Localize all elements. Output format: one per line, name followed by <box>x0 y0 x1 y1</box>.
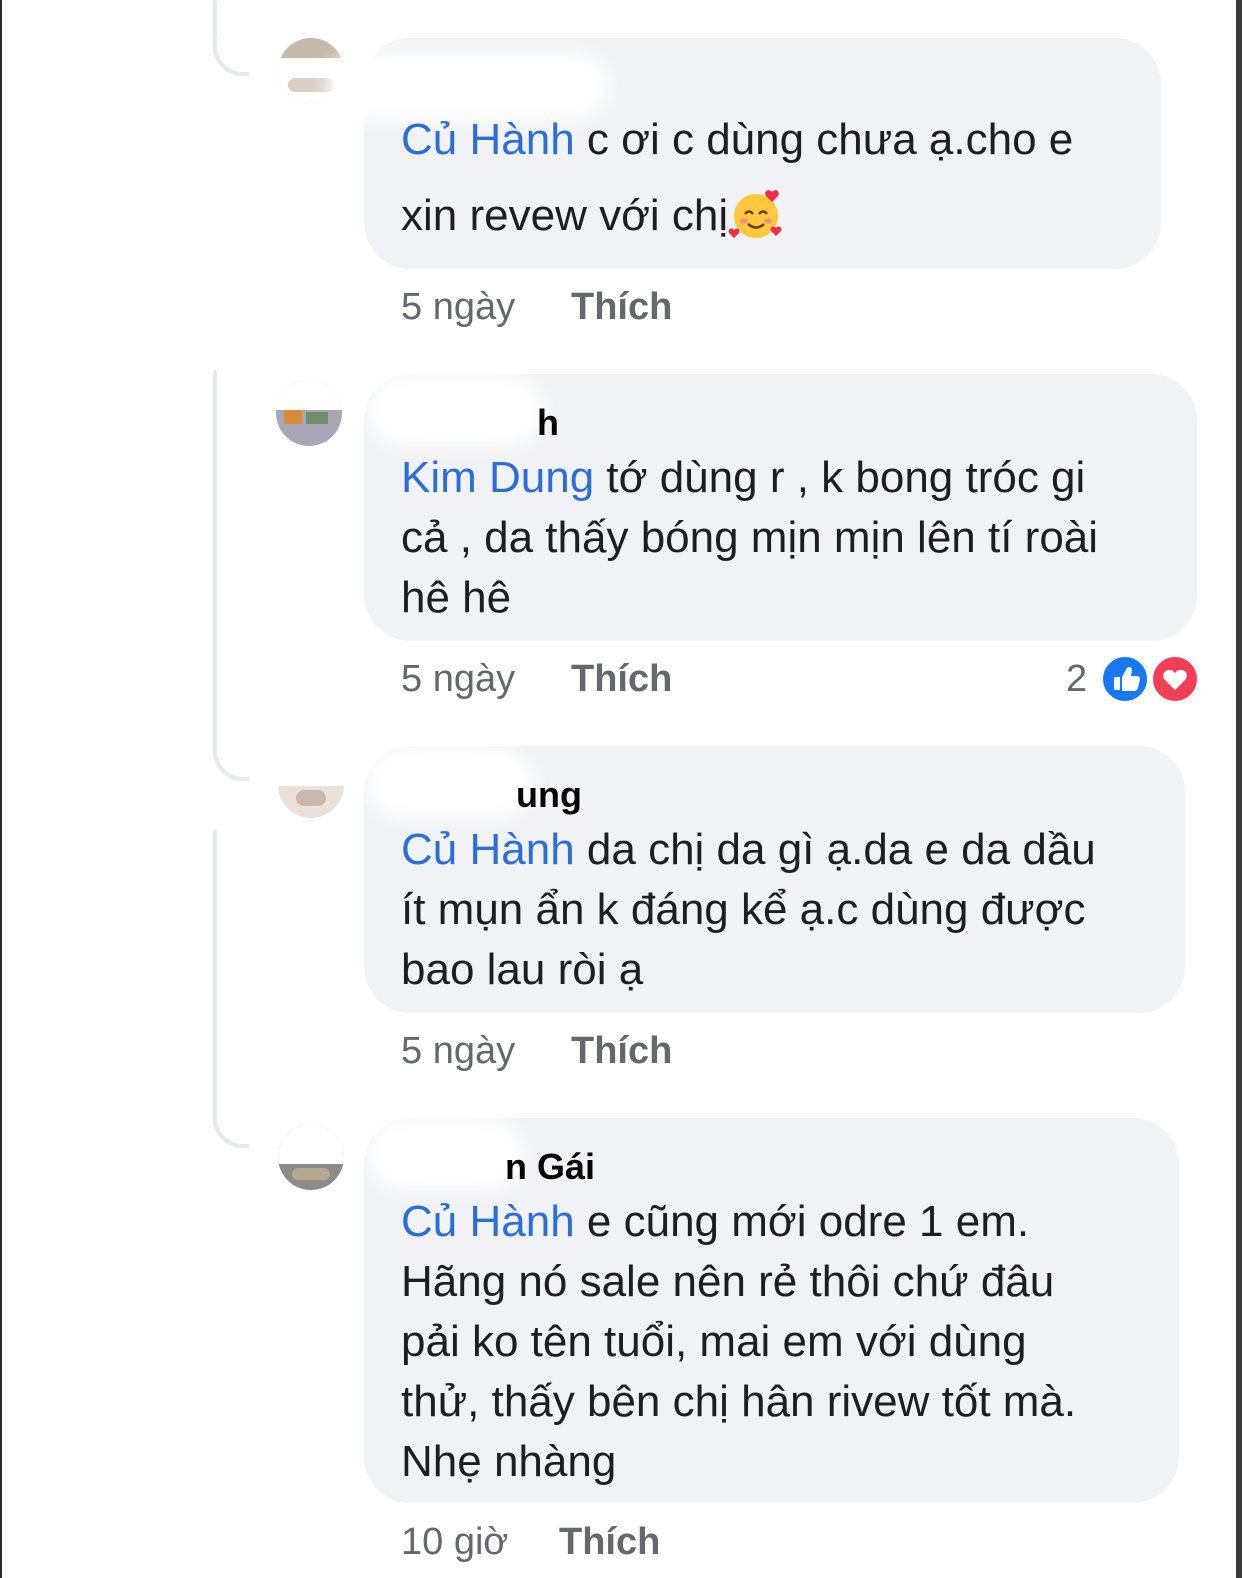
comment-text-line: hê hê <box>401 573 512 622</box>
avatar[interactable] <box>278 1124 344 1190</box>
redacted-name <box>380 388 530 432</box>
comment-time[interactable]: 5 ngày <box>401 1030 515 1073</box>
like-button[interactable]: Thích <box>571 286 672 329</box>
thread-line <box>213 830 217 1115</box>
comment-text: Củ Hành e cũng mới odre 1 em. Hãng nó sa… <box>401 1192 1191 1492</box>
screen-edge-left <box>0 0 2 1578</box>
like-button[interactable]: Thích <box>559 1521 660 1564</box>
love-icon[interactable] <box>1150 654 1200 704</box>
thread-curve <box>213 1112 249 1148</box>
comment-time[interactable]: 10 giờ <box>401 1521 508 1564</box>
comment-text: Củ Hành da chị da gì ạ.da e da dầu ít mụ… <box>401 820 1191 1000</box>
comment-author[interactable]: ung <box>516 774 582 816</box>
thread-line <box>213 370 217 750</box>
mention-link[interactable]: Kim Dung <box>401 453 594 502</box>
comment-text-line: pải ko tên tuổi, mai em với dùng <box>401 1317 1027 1366</box>
comment-text-line: c ơi c dùng chưa ạ.cho e <box>574 115 1074 164</box>
comment-text-line: thử, thấy bên chị hân rivew tốt mà. <box>401 1377 1077 1426</box>
comment-text: Kim Dung tớ dùng r , k bong tróc gi cả ,… <box>401 448 1191 628</box>
comment-author[interactable]: h <box>537 402 559 444</box>
thread-line <box>213 0 217 40</box>
avatar[interactable] <box>278 752 344 818</box>
comment-text-line: bao lau ròi ạ <box>401 945 644 994</box>
mention-link[interactable]: Củ Hành <box>401 115 575 164</box>
redacted-name <box>380 1132 510 1176</box>
like-button[interactable]: Thích <box>571 1030 672 1073</box>
redacted-name <box>340 66 595 106</box>
comment-text-line: cả , da thấy bóng mịn mịn lên tí roài <box>401 513 1099 562</box>
smiling-face-with-hearts-icon <box>728 190 782 238</box>
comment-text-line: Hãng nó sale nên rẻ thôi chứ đâu <box>401 1257 1055 1306</box>
comment-time[interactable]: 5 ngày <box>401 286 515 329</box>
avatar[interactable] <box>276 380 342 446</box>
mention-link[interactable]: Củ Hành <box>401 1197 575 1246</box>
like-icon[interactable] <box>1100 654 1150 704</box>
comment-text: Củ Hành c ơi c dùng chưa ạ.cho e xin rev… <box>401 110 1161 246</box>
comment-text-line: ít mụn ẩn k đáng kể ạ.c dùng được <box>401 885 1086 934</box>
comment-text-line: xin revew với chị <box>401 191 729 240</box>
comment-text-line: tớ dùng r , k bong tróc gi <box>594 453 1086 502</box>
screen-edge-right <box>1236 0 1242 1578</box>
mention-link[interactable]: Củ Hành <box>401 825 575 874</box>
like-button[interactable]: Thích <box>571 658 672 701</box>
comment-text-line: da chị da gì ạ.da e da dầu <box>574 825 1096 874</box>
redacted-name <box>380 760 520 804</box>
thread-curve <box>213 40 249 76</box>
reaction-count[interactable]: 2 <box>1066 658 1087 701</box>
avatar[interactable] <box>278 38 344 104</box>
comment-text-line: e cũng mới odre 1 em. <box>574 1197 1030 1246</box>
thread-curve <box>213 745 249 781</box>
comment-text-line: Nhẹ nhàng <box>401 1437 617 1486</box>
comment-time[interactable]: 5 ngày <box>401 658 515 701</box>
comment-author[interactable]: n Gái <box>505 1146 595 1188</box>
